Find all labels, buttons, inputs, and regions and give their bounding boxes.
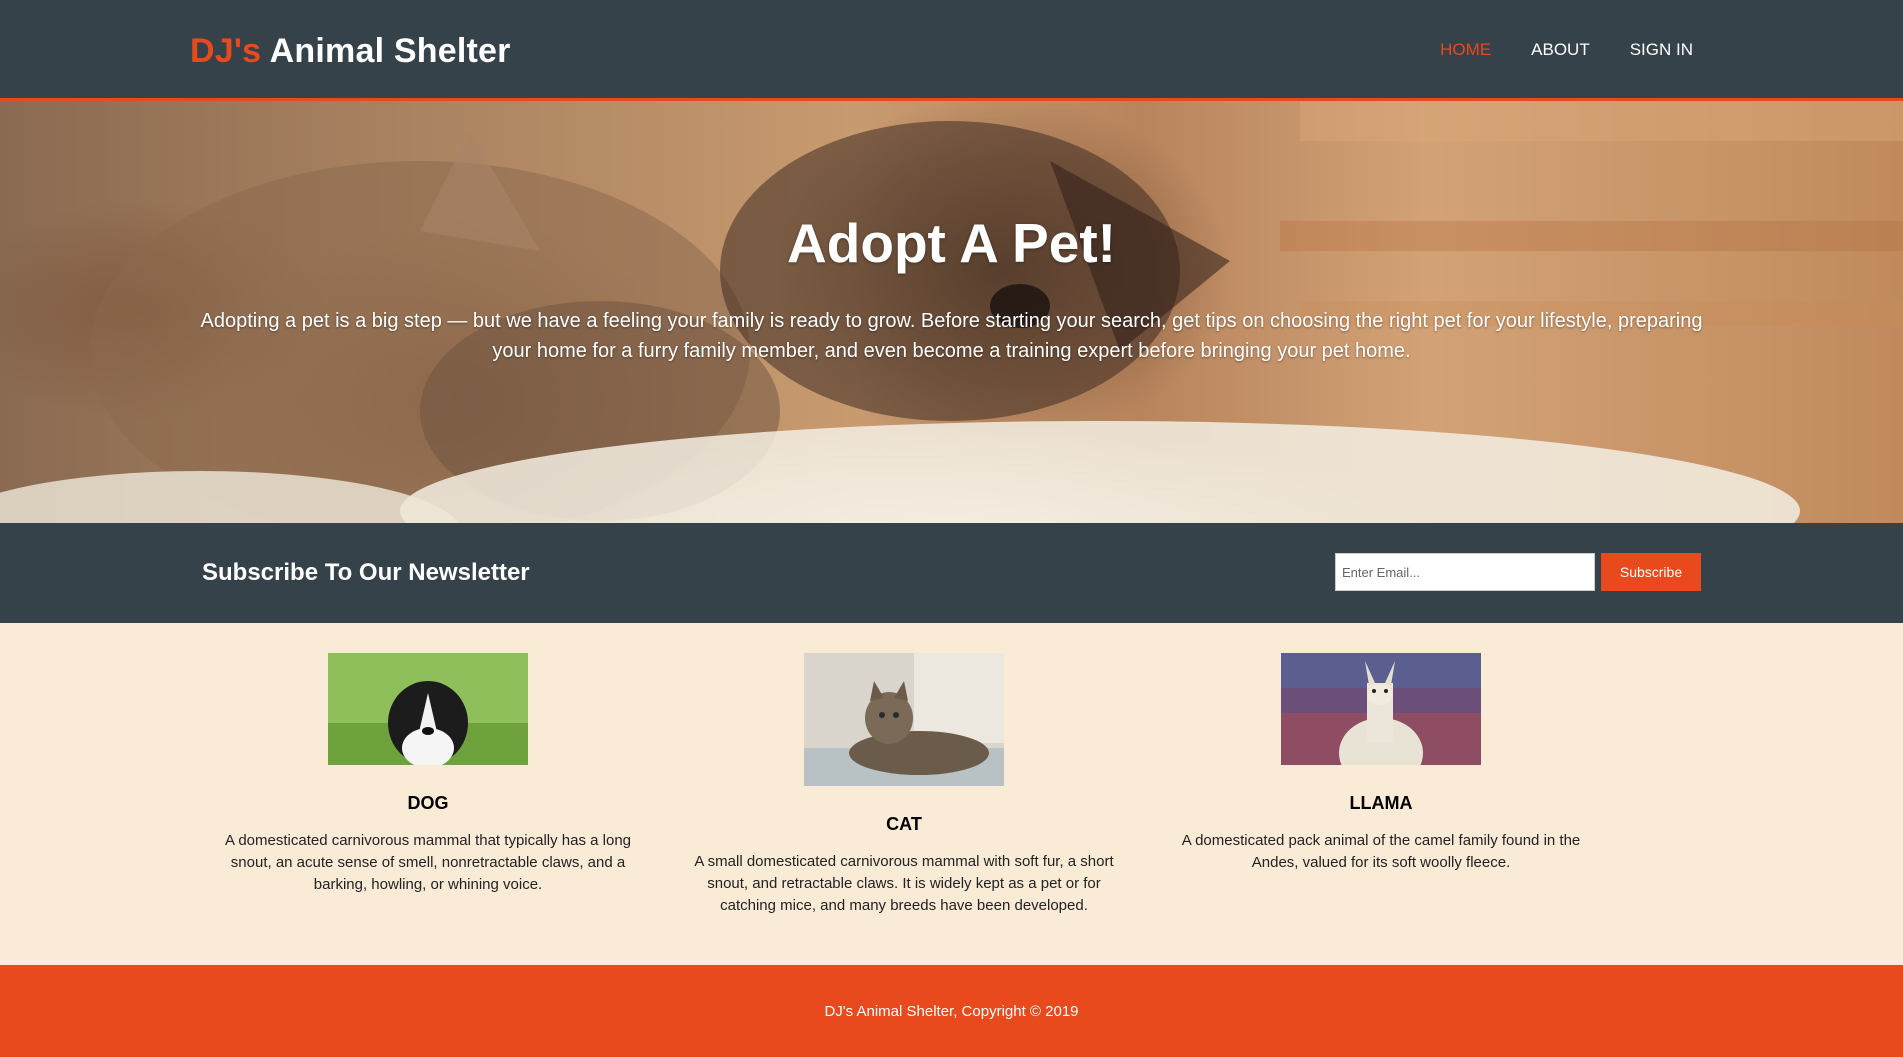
site-header: DJ's Animal Shelter HOME ABOUT SIGN IN (0, 0, 1903, 101)
copyright-text: DJ's Animal Shelter, Copyright © 2019 (824, 1003, 1079, 1020)
box-description: A domesticated carnivorous mammal that t… (224, 832, 632, 893)
nav-home-link[interactable]: HOME (1440, 40, 1491, 60)
pet-box-cat: CAT A small domesticated carnivorous mam… (674, 653, 1134, 917)
box-title: LLAMA (1349, 793, 1413, 813)
box-description: A small domesticated carnivorous mammal … (694, 853, 1114, 914)
box-title: CAT (886, 814, 922, 834)
dog-image (328, 653, 528, 765)
nav-about-link[interactable]: ABOUT (1531, 40, 1590, 60)
pet-box-dog: DOG A domesticated carnivorous mammal th… (198, 653, 658, 896)
pet-box-llama: LLAMA A domesticated pack animal of the … (1151, 653, 1611, 874)
box-description: A domesticated pack animal of the camel … (1181, 832, 1581, 871)
hero-description: Adopting a pet is a big step — but we ha… (200, 310, 1703, 362)
nav-sign-in-link[interactable]: SIGN IN (1630, 40, 1693, 60)
brand-highlight: DJ's (190, 32, 262, 70)
pet-boxes: DOG A domesticated carnivorous mammal th… (0, 623, 1903, 965)
brand-name: Animal Shelter (269, 32, 511, 70)
hero-title: Adopt A Pet! (787, 212, 1116, 274)
newsletter-section: Subscribe To Our Newsletter Subscribe (0, 523, 1903, 623)
llama-image (1281, 653, 1481, 765)
site-footer: DJ's Animal Shelter, Copyright © 2019 (0, 965, 1903, 1057)
hero-banner: Adopt A Pet! Adopting a pet is a big ste… (0, 101, 1903, 523)
cat-image (804, 653, 1004, 786)
main-nav: HOME ABOUT SIGN IN (1440, 40, 1693, 60)
site-logo[interactable]: DJ's Animal Shelter (190, 32, 511, 71)
box-title: DOG (407, 793, 449, 813)
newsletter-title: Subscribe To Our Newsletter (202, 559, 530, 586)
subscribe-button[interactable]: Subscribe (1601, 553, 1701, 591)
email-input[interactable] (1335, 553, 1595, 591)
